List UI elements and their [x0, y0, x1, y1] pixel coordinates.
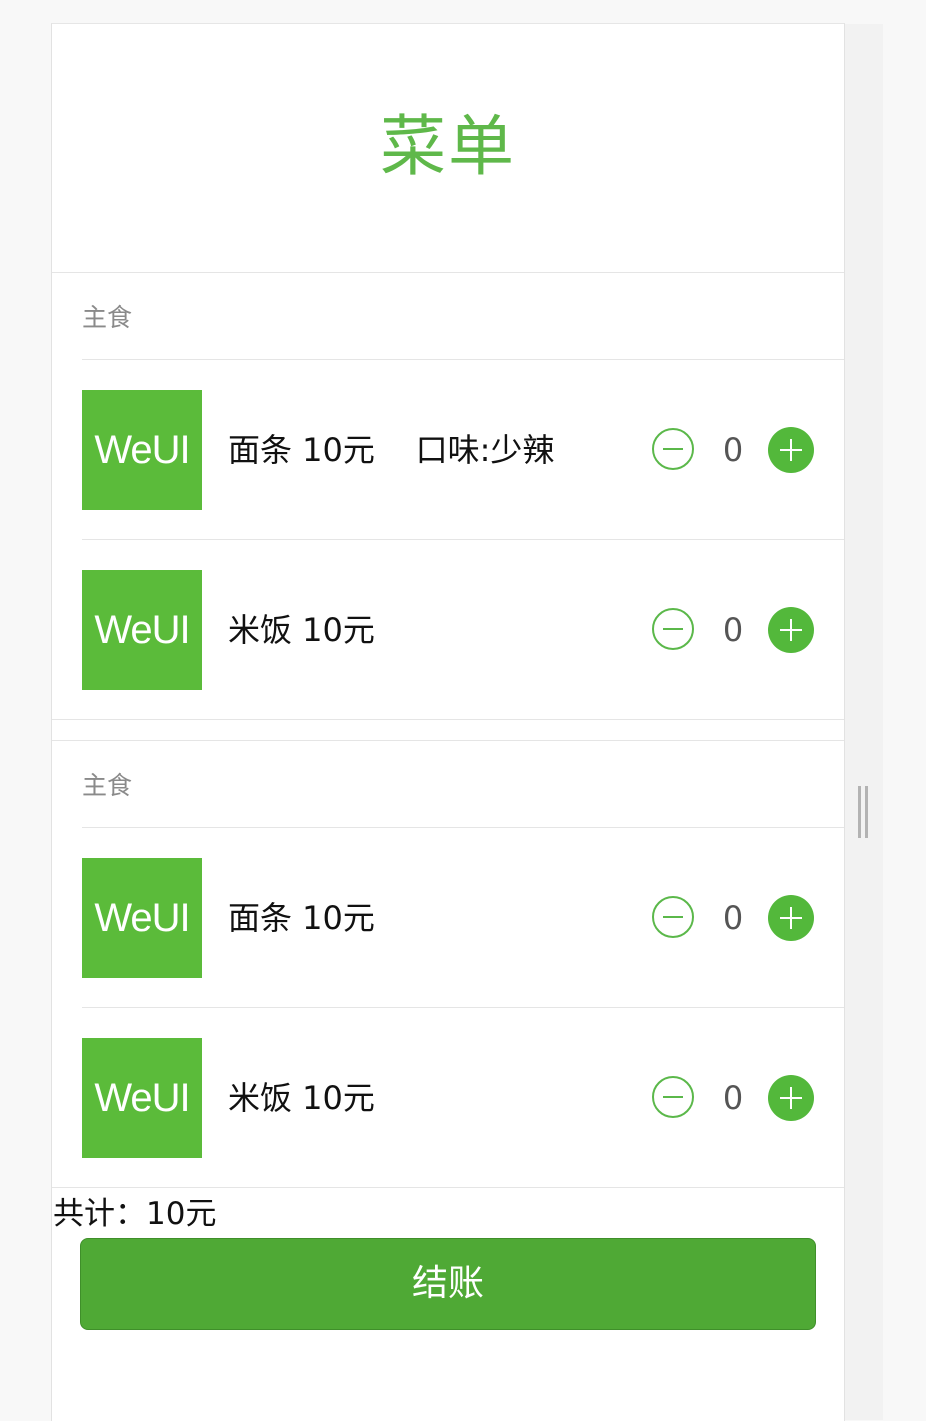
item-name: 米饭 10元 [228, 1079, 375, 1117]
item-thumbnail: WeUI [82, 390, 202, 510]
item-thumbnail: WeUI [82, 570, 202, 690]
item-name: 面条 10元 口味:少辣 [228, 431, 555, 469]
increase-button[interactable] [768, 607, 814, 653]
checkout-button[interactable]: 结账 [80, 1238, 816, 1330]
group-header: 主食 [82, 771, 133, 800]
list-item: WeUI 米饭 10元 0 [82, 1007, 844, 1188]
increase-button[interactable] [768, 895, 814, 941]
item-thumbnail: WeUI [82, 1038, 202, 1158]
decrease-button[interactable] [652, 428, 694, 470]
list-item: WeUI 面条 10元 口味:少辣 0 [82, 359, 844, 540]
item-thumbnail: WeUI [82, 858, 202, 978]
quantity-value: 0 [722, 1079, 744, 1117]
order-total: 共计：10元 [53, 1196, 217, 1232]
quantity-value: 0 [722, 431, 744, 469]
menu-page: 菜单 主食 WeUI 面条 10元 口味:少辣 0 WeUI 米饭 10元 0 … [51, 23, 845, 1421]
item-name: 面条 10元 [228, 899, 375, 937]
list-item: WeUI 面条 10元 0 [82, 827, 844, 1008]
resize-handle-icon[interactable] [858, 786, 870, 838]
menu-group: 主食 WeUI 面条 10元 0 WeUI 米饭 10元 0 [52, 740, 844, 1188]
menu-group: 主食 WeUI 面条 10元 口味:少辣 0 WeUI 米饭 10元 0 [52, 272, 844, 720]
increase-button[interactable] [768, 1075, 814, 1121]
decrease-button[interactable] [652, 1076, 694, 1118]
title-area: 菜单 [52, 24, 844, 272]
increase-button[interactable] [768, 427, 814, 473]
quantity-value: 0 [722, 611, 744, 649]
page-title: 菜单 [380, 108, 516, 185]
list-item: WeUI 米饭 10元 0 [82, 539, 844, 720]
decrease-button[interactable] [652, 896, 694, 938]
item-name: 米饭 10元 [228, 611, 375, 649]
right-gutter [845, 24, 883, 1420]
quantity-value: 0 [722, 899, 744, 937]
decrease-button[interactable] [652, 608, 694, 650]
group-header: 主食 [82, 303, 133, 332]
